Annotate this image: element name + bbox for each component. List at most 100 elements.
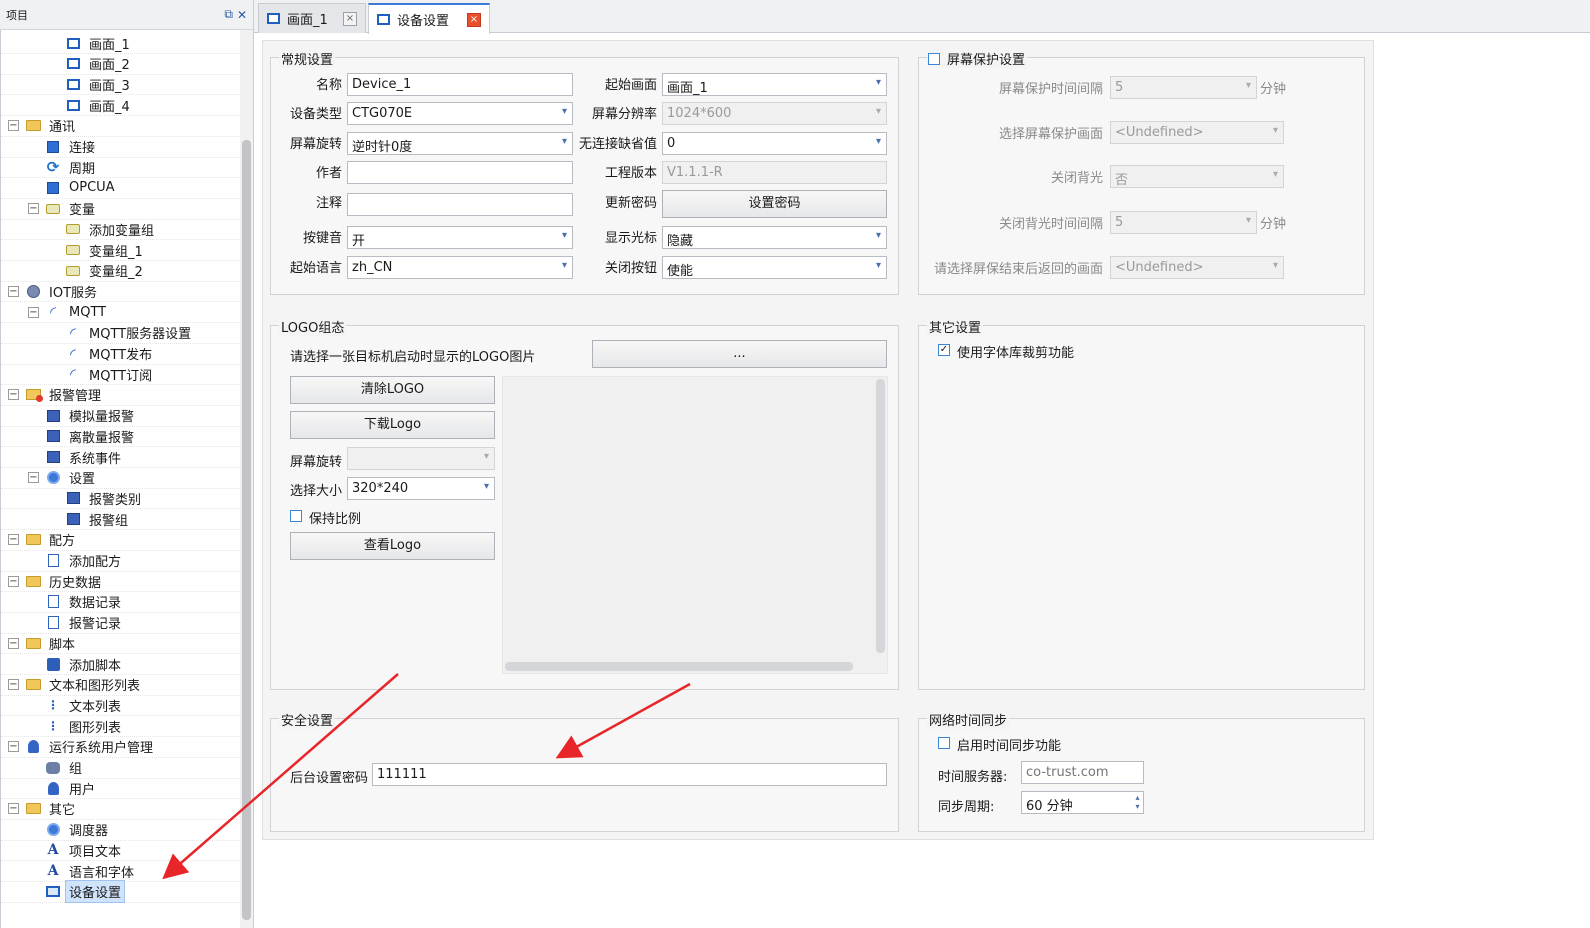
logo-size-select[interactable]: 320*240 bbox=[347, 477, 495, 500]
tree-collapse-icon[interactable]: − bbox=[8, 637, 19, 649]
time-server-label: 时间服务器: bbox=[938, 770, 1008, 785]
set-password-button[interactable]: 设置密码 bbox=[662, 190, 887, 218]
tree-collapse-icon[interactable]: − bbox=[8, 741, 19, 753]
tree-item[interactable]: 组 bbox=[1, 758, 240, 779]
tree-item[interactable]: 报警类别 bbox=[1, 488, 240, 510]
time-server-input[interactable] bbox=[1021, 761, 1144, 784]
tree-item[interactable]: 报警记录 bbox=[1, 613, 240, 634]
tree-item[interactable]: 调度器 bbox=[1, 820, 240, 841]
tree-collapse-icon[interactable]: − bbox=[8, 120, 19, 132]
tab-label: 设备设置 bbox=[397, 14, 450, 29]
tree-collapse-icon[interactable]: − bbox=[28, 306, 39, 318]
backend-password-input[interactable]: 111111 bbox=[372, 763, 887, 786]
tree-item[interactable]: 模拟量报警 bbox=[1, 406, 240, 427]
tree-item[interactable]: 设备设置 bbox=[1, 880, 240, 904]
tree-item[interactable]: 画面_3 bbox=[1, 74, 240, 96]
logo-preview-vertical-scrollbar[interactable] bbox=[876, 379, 885, 653]
keysound-select[interactable]: 开 bbox=[347, 226, 573, 249]
tree-item[interactable]: ⋮ 图形列表 bbox=[1, 716, 240, 738]
tree-item[interactable]: 添加变量组 bbox=[1, 219, 240, 241]
screensaver-enable-checkbox[interactable] bbox=[928, 53, 940, 65]
tree-item[interactable]: 画面_1 bbox=[1, 33, 240, 54]
device-type-select[interactable]: CTG070E bbox=[347, 102, 573, 125]
tree-item[interactable]: A 项目文本 bbox=[1, 840, 240, 862]
screen-icon bbox=[65, 97, 81, 113]
tree-collapse-icon[interactable]: − bbox=[8, 803, 19, 815]
sync-period-stepper[interactable]: 60 分钟 bbox=[1021, 791, 1144, 814]
tree-item[interactable]: − 配方 bbox=[1, 530, 240, 551]
download-logo-button[interactable]: 下载Logo bbox=[290, 411, 495, 439]
clear-logo-button[interactable]: 清除LOGO bbox=[290, 376, 495, 404]
tree-item[interactable]: 连接 bbox=[1, 137, 240, 158]
logo-preview-horizontal-scrollbar[interactable] bbox=[505, 662, 853, 671]
tree-item[interactable]: 系统事件 bbox=[1, 447, 240, 468]
tab-device-settings[interactable]: 设备设置 × bbox=[368, 3, 490, 34]
screensaver-interval-unit: 分钟 bbox=[1260, 82, 1287, 97]
tree-item[interactable]: − IOT服务 bbox=[1, 281, 240, 303]
tree-item[interactable]: OPCUA bbox=[1, 178, 240, 199]
tree-collapse-icon[interactable]: − bbox=[8, 534, 19, 546]
gear-icon bbox=[45, 822, 61, 838]
tree-item[interactable]: 报警组 bbox=[1, 509, 240, 531]
tree-item[interactable]: 添加脚本 bbox=[1, 654, 240, 675]
return-screen-select: <Undefined> bbox=[1110, 256, 1284, 279]
language-select[interactable]: zh_CN bbox=[347, 256, 573, 279]
tree-item[interactable]: 画面_2 bbox=[1, 54, 240, 75]
cursor-select[interactable]: 隐藏 bbox=[662, 226, 887, 249]
tree-item-label: MQTT发布 bbox=[89, 348, 153, 363]
tree-item[interactable]: 数据记录 bbox=[1, 592, 240, 613]
tree-item[interactable]: − 脚本 bbox=[1, 633, 240, 655]
tree-item[interactable]: − 历史数据 bbox=[1, 571, 240, 593]
keep-ratio-checkbox[interactable] bbox=[290, 510, 302, 522]
group-title: 常规设置 bbox=[279, 49, 336, 68]
font-clip-checkbox[interactable]: ✓ bbox=[938, 344, 950, 356]
tree-item[interactable]: 用户 bbox=[1, 778, 240, 800]
time-sync-enable-checkbox[interactable] bbox=[938, 737, 950, 749]
tree-collapse-icon[interactable]: − bbox=[8, 575, 19, 587]
author-input[interactable] bbox=[347, 161, 573, 184]
tab-close-icon[interactable]: × bbox=[343, 11, 357, 26]
tab-close-icon[interactable]: × bbox=[467, 12, 481, 27]
tree-scroll-thumb[interactable] bbox=[242, 140, 251, 920]
tree-item-label: 脚本 bbox=[49, 637, 76, 653]
tree-item[interactable]: − 设置 bbox=[1, 468, 240, 489]
backlight-interval-select: 5 bbox=[1110, 211, 1257, 234]
tree-scrollbar[interactable] bbox=[240, 30, 253, 928]
rotation-select[interactable]: 逆时针0度 bbox=[347, 132, 573, 155]
tree-item[interactable]: − 变量 bbox=[1, 199, 240, 220]
tree-item[interactable]: − 报警管理 bbox=[1, 385, 240, 406]
tree-item[interactable]: − 其它 bbox=[1, 799, 240, 820]
tree-collapse-icon[interactable]: − bbox=[8, 389, 19, 401]
tree-item[interactable]: − 文本和图形列表 bbox=[1, 675, 240, 696]
cycle-icon: ⟳ bbox=[46, 158, 60, 177]
tree-item[interactable]: ◜ MQTT订阅 bbox=[1, 364, 240, 386]
tree-item[interactable]: 添加配方 bbox=[1, 551, 240, 572]
tree-collapse-icon[interactable]: − bbox=[28, 203, 39, 215]
tree-collapse-icon[interactable]: − bbox=[8, 679, 19, 691]
tree-collapse-icon[interactable]: − bbox=[8, 285, 19, 297]
tree-item[interactable]: − 运行系统用户管理 bbox=[1, 737, 240, 758]
tree-item[interactable]: A 语言和字体 bbox=[1, 861, 240, 882]
tree-item[interactable]: − 通讯 bbox=[1, 116, 240, 137]
variable-icon bbox=[65, 263, 81, 279]
no-connection-default-select[interactable]: 0 bbox=[662, 132, 887, 155]
tree-item[interactable]: 变量组_2 bbox=[1, 261, 240, 282]
logo-browse-button[interactable]: ... bbox=[592, 340, 887, 368]
close-button-select[interactable]: 使能 bbox=[662, 256, 887, 279]
tree-item[interactable]: ◜ MQTT服务器设置 bbox=[1, 323, 240, 344]
tree-item[interactable]: 离散量报警 bbox=[1, 426, 240, 448]
tree-item[interactable]: − ◜ MQTT bbox=[1, 302, 240, 324]
tree-item[interactable]: ⋮ 文本列表 bbox=[1, 695, 240, 717]
name-input[interactable]: Device_1 bbox=[347, 73, 573, 96]
tree-item[interactable]: 变量组_1 bbox=[1, 240, 240, 261]
start-screen-select[interactable]: 画面_1 bbox=[662, 73, 887, 96]
tree-item[interactable]: ⟳ 周期 bbox=[1, 157, 240, 179]
tree-item[interactable]: ◜ MQTT发布 bbox=[1, 344, 240, 365]
comment-input[interactable] bbox=[347, 193, 573, 216]
close-icon[interactable]: ✕ bbox=[237, 8, 247, 22]
tree-item[interactable]: 画面_4 bbox=[1, 95, 240, 117]
restore-icon[interactable]: ⧉ bbox=[224, 7, 233, 22]
tree-collapse-icon[interactable]: − bbox=[28, 472, 39, 484]
tab-screen-1[interactable]: 画面_1 × bbox=[258, 3, 366, 33]
view-logo-button[interactable]: 查看Logo bbox=[290, 532, 495, 560]
